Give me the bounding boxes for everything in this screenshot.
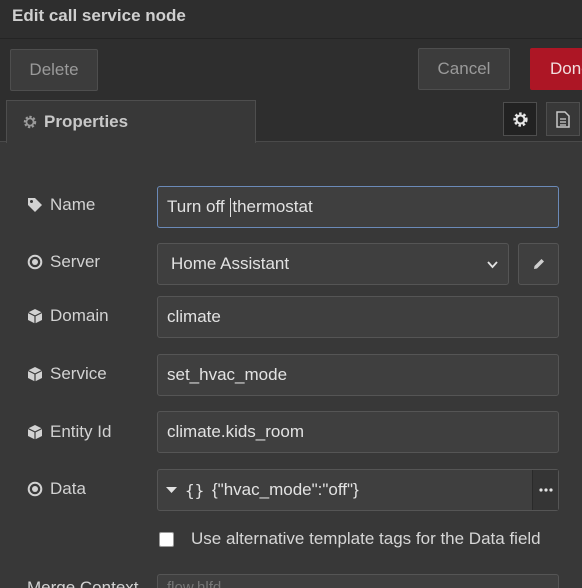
- tab-properties[interactable]: Properties: [6, 100, 256, 143]
- tab-description[interactable]: [546, 102, 580, 136]
- server-select[interactable]: Home Assistant: [157, 243, 509, 285]
- data-label: Data: [27, 479, 86, 499]
- merge-context-input[interactable]: flow.hlfd...: [157, 574, 559, 588]
- dot-circle-icon: [27, 254, 43, 270]
- entity-id-label: Entity Id: [27, 422, 111, 442]
- dialog-title: Edit call service node: [12, 6, 186, 25]
- delete-button[interactable]: Delete: [10, 49, 98, 91]
- chevron-down-icon: [487, 261, 498, 269]
- cube-icon: [27, 367, 43, 382]
- server-edit-button[interactable]: [518, 243, 559, 285]
- dot-circle-icon: [27, 481, 43, 497]
- domain-input[interactable]: climate: [157, 296, 559, 338]
- ellipsis-icon: [538, 488, 553, 492]
- domain-label: Domain: [27, 306, 109, 326]
- data-value[interactable]: {"hvac_mode":"off"}: [208, 480, 532, 500]
- tab-node-settings[interactable]: [503, 102, 537, 136]
- cube-icon: [27, 309, 43, 324]
- pencil-icon: [533, 259, 544, 269]
- document-icon: [556, 110, 570, 128]
- name-input[interactable]: Turn off thermostat: [157, 186, 559, 228]
- service-label: Service: [27, 364, 107, 384]
- cube-icon: [27, 425, 43, 440]
- tab-properties-label: Properties: [44, 112, 129, 131]
- dialog-titlebar: Edit call service node: [0, 0, 582, 38]
- alt-template-tags-label: Use alternative template tags for the Da…: [191, 529, 541, 548]
- dialog-toolbar: Delete Cancel Done: [0, 38, 582, 98]
- gear-icon: [23, 115, 37, 129]
- merge-context-label: Merge Context: [27, 578, 139, 588]
- entity-id-input[interactable]: climate.kids_room: [157, 411, 559, 453]
- text-caret: [230, 197, 232, 217]
- tab-strip: Properties: [0, 98, 582, 143]
- cancel-button[interactable]: Cancel: [418, 48, 510, 90]
- tag-icon: [28, 198, 42, 212]
- server-label: Server: [27, 252, 100, 272]
- alt-template-tags-checkbox[interactable]: [159, 531, 174, 547]
- service-input[interactable]: set_hvac_mode: [157, 354, 559, 396]
- data-typed-input[interactable]: {} {"hvac_mode":"off"}: [157, 469, 559, 511]
- data-expand-button[interactable]: [532, 470, 558, 510]
- done-button[interactable]: Done: [530, 48, 582, 90]
- data-type-select[interactable]: {}: [158, 470, 208, 510]
- json-type-glyph: {}: [185, 480, 205, 500]
- gear-icon: [512, 111, 528, 127]
- alt-template-tags-row[interactable]: Use alternative template tags for the Da…: [159, 529, 541, 549]
- name-label: Name: [27, 195, 95, 215]
- caret-down-icon: [166, 487, 177, 493]
